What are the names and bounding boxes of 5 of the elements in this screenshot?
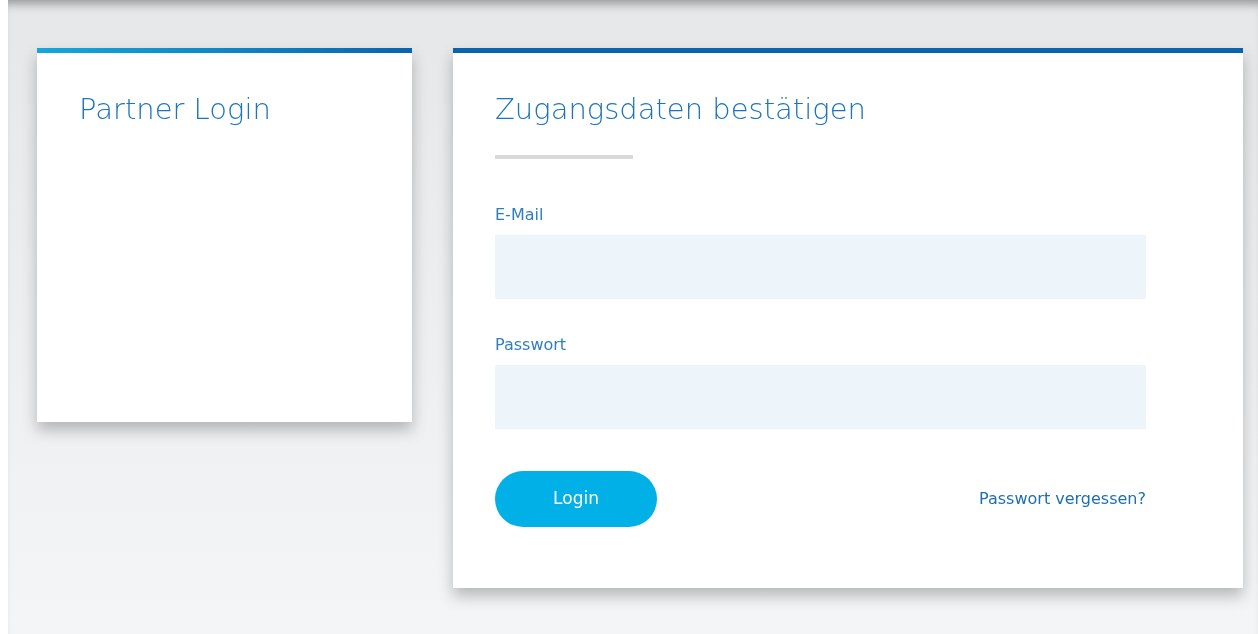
forgot-password-link[interactable]: Passwort vergessen? <box>979 486 1146 511</box>
field-label: Passwort <box>495 333 567 356</box>
card-title: Zugangsdaten bestätigen <box>495 91 867 128</box>
card-title: Partner Login <box>79 91 272 128</box>
field-label: E-Mail <box>495 203 544 226</box>
